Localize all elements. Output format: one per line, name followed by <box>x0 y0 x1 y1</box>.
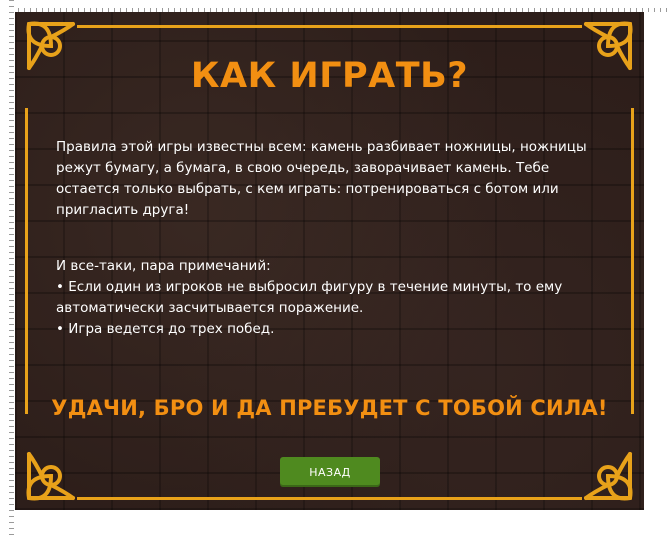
note-item: • Если один из игроков не выбросил фигур… <box>56 279 563 316</box>
page-title: КАК ИГРАТЬ? <box>190 56 469 96</box>
back-button[interactable]: НАЗАД <box>280 457 380 487</box>
celtic-knot-icon <box>26 452 75 501</box>
farewell-text: УДАЧИ, БРО И ДА ПРЕБУДЕТ С ТОБОЙ СИЛА! <box>51 396 608 420</box>
celtic-knot-icon <box>584 452 633 501</box>
notes-section: И все-таки, пара примечаний: • Если один… <box>56 256 611 340</box>
rules-text: Правила этой игры известны всем: камень … <box>56 139 587 218</box>
frame-line-top <box>77 25 582 28</box>
frame-line-right <box>631 108 634 414</box>
note-item: • Игра ведется до трех побед. <box>56 321 275 337</box>
how-to-play-panel: КАК ИГРАТЬ? Правила этой игры известны в… <box>15 12 644 510</box>
notes-heading: И все-таки, пара примечаний: <box>56 258 271 274</box>
top-ruler <box>0 0 671 12</box>
left-ruler <box>0 0 14 540</box>
frame-line-left <box>25 108 28 414</box>
frame-line-bottom <box>77 497 582 500</box>
